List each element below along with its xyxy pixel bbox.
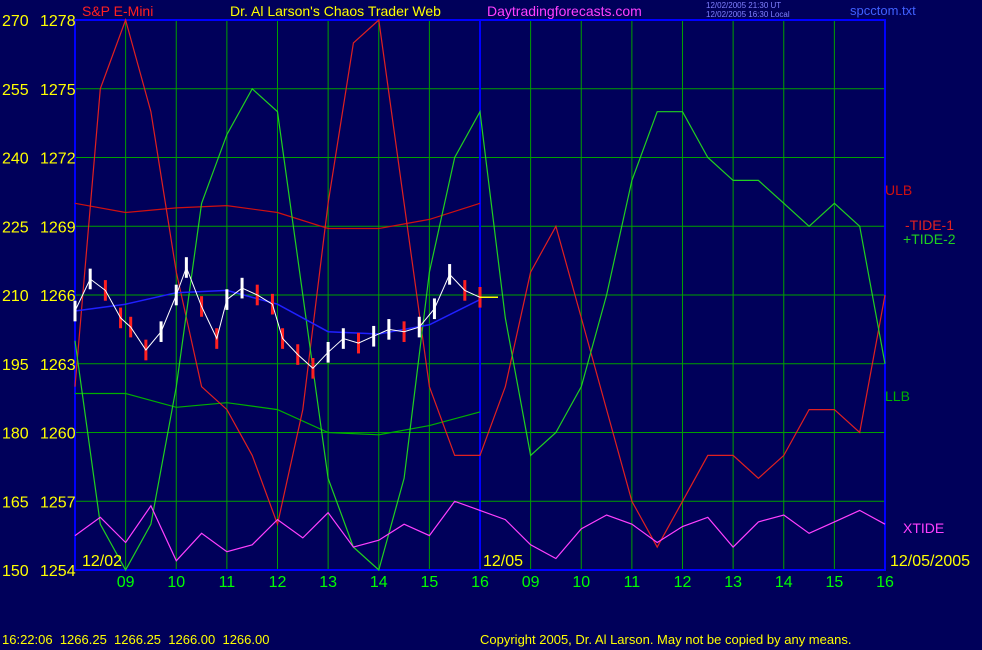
legend-tide2: +TIDE-2 <box>903 231 956 247</box>
x-tick-hour: 09 <box>117 574 135 591</box>
x-tick-hour: 15 <box>420 574 438 591</box>
y-tick-price: 1266 <box>40 288 76 305</box>
x-tick-hour: 10 <box>167 574 185 591</box>
date-label-end: 12/05/2005 <box>890 553 970 570</box>
x-tick-hour: 12 <box>269 574 287 591</box>
instrument-label: S&P E-Mini <box>82 3 154 19</box>
y-tick-tide: 210 <box>2 288 29 305</box>
y-tick-tide: 165 <box>2 494 29 511</box>
chart-title: Dr. Al Larson's Chaos Trader Web <box>230 3 441 19</box>
y-tick-tide: 270 <box>2 13 29 30</box>
y-tick-price: 1269 <box>40 219 76 236</box>
x-tick-hour: 14 <box>370 574 388 591</box>
x-tick-hour: 13 <box>319 574 337 591</box>
y-tick-price: 1275 <box>40 82 76 99</box>
y-tick-tide: 225 <box>2 219 29 236</box>
x-tick-hour: 16 <box>471 574 489 591</box>
legend-xtide: XTIDE <box>903 520 944 536</box>
y-tick-tide: 195 <box>2 357 29 374</box>
x-tick-hour: 12 <box>674 574 692 591</box>
y-tick-tide: 150 <box>2 563 29 580</box>
y-tick-price: 1260 <box>40 426 76 443</box>
y-tick-price: 1254 <box>40 563 76 580</box>
chart: 270 1278 255 1275 240 1272 225 1269 210 1266 195 12… <box>2 13 970 591</box>
timestamp-ut: 12/02/2005 21:30 UT <box>706 1 782 10</box>
x-tick-hour: 13 <box>724 574 742 591</box>
y-tick-price: 1278 <box>40 13 76 30</box>
x-tick-hour: 11 <box>219 574 236 591</box>
legend-ulb: ULB <box>885 182 912 198</box>
date-label-day2: 12/05 <box>483 553 523 570</box>
y-tick-price: 1263 <box>40 357 76 374</box>
x-tick-hour: 10 <box>572 574 590 591</box>
y-tick-tide: 240 <box>2 151 29 168</box>
x-tick-hour: 09 <box>522 574 540 591</box>
x-tick-hour: 16 <box>876 574 894 591</box>
y-tick-tide: 180 <box>2 426 29 443</box>
footer-quote: 16:22:06 1266.25 1266.25 1266.00 1266.00 <box>2 632 270 647</box>
y-tick-tide: 255 <box>2 82 29 99</box>
x-tick-hour: 11 <box>624 574 641 591</box>
site-label: Daytradingforecasts.com <box>487 3 642 19</box>
y-tick-price: 1272 <box>40 151 76 168</box>
legend-llb: LLB <box>885 388 910 404</box>
y-tick-price: 1257 <box>40 494 76 511</box>
x-tick-hour: 14 <box>775 574 793 591</box>
timestamp-local: 12/02/2005 16:30 Local <box>706 10 790 19</box>
file-label: spcctom.txt <box>850 3 916 18</box>
date-label-day1: 12/02 <box>82 553 122 570</box>
x-tick-hour: 15 <box>825 574 843 591</box>
footer-copyright: Copyright 2005, Dr. Al Larson. May not b… <box>480 632 852 647</box>
